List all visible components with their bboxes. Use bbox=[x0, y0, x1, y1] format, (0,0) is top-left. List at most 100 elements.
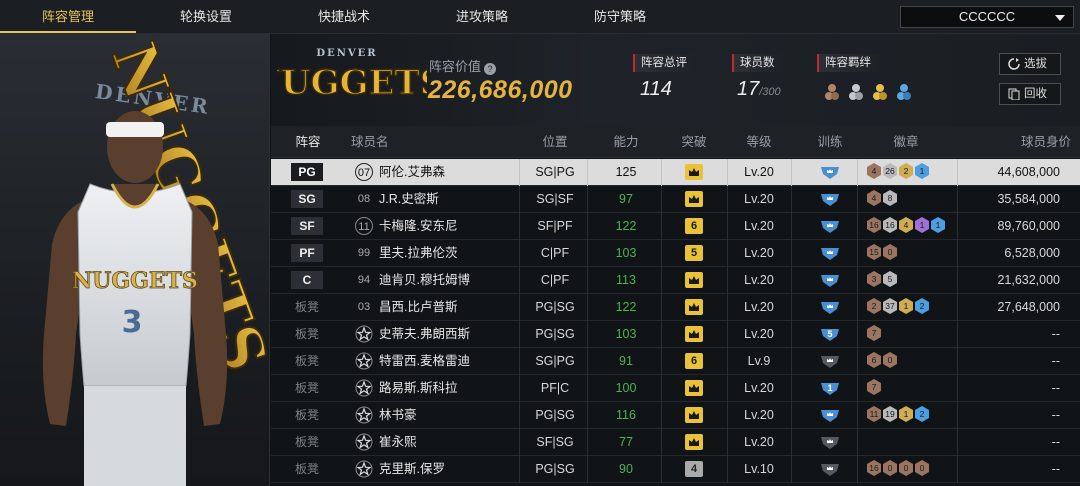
col-name[interactable]: 球员名 bbox=[351, 126, 411, 158]
training-icon[interactable] bbox=[819, 434, 841, 450]
badge-list[interactable]: 7 bbox=[867, 379, 883, 397]
col-breakthrough[interactable]: 突破 bbox=[669, 126, 719, 158]
col-badges[interactable]: 徽章 bbox=[861, 126, 951, 158]
player-name[interactable]: 迪肯贝.穆托姆博 bbox=[379, 267, 470, 293]
logo-text: NUGGETS bbox=[277, 63, 427, 103]
badge-list[interactable]: 2 37 1 2 bbox=[867, 298, 931, 316]
badge-list[interactable]: 16 16 4 1 1 bbox=[867, 217, 947, 235]
badge-list[interactable]: 16 0 0 0 bbox=[867, 460, 931, 478]
player-name[interactable]: 崔永熙 bbox=[379, 429, 417, 455]
badge-bronze-icon: 4 bbox=[867, 190, 881, 206]
table-row[interactable]: 板凳 路易斯.斯科拉 PF|C 100 Lv.20 1 7 -- bbox=[271, 375, 1080, 402]
player-ability: 113 bbox=[616, 273, 636, 287]
crown-icon[interactable] bbox=[685, 272, 703, 288]
tab-quick-tactics[interactable]: 快捷战术 bbox=[276, 0, 412, 33]
training-icon[interactable]: 1 bbox=[819, 380, 841, 396]
column-divider bbox=[519, 429, 520, 456]
training-icon[interactable] bbox=[819, 461, 841, 477]
tab-defense[interactable]: 防守策略 bbox=[552, 0, 688, 33]
player-salary: 35,584,000 bbox=[997, 192, 1060, 206]
table-row[interactable]: C 94 迪肯贝.穆托姆博 C|PF 113 Lv.20 3 5 21,632,000 bbox=[271, 267, 1080, 294]
crown-icon[interactable] bbox=[685, 191, 703, 207]
badge-purple-icon: 1 bbox=[915, 217, 929, 233]
table-row[interactable]: PF 99 里夫.拉弗伦茨 C|PF 103 5 Lv.20 15 0 6,528,000 bbox=[271, 240, 1080, 267]
badge-list[interactable]: 35 bbox=[867, 271, 899, 289]
player-salary: 21,632,000 bbox=[997, 273, 1060, 287]
tab-rotation[interactable]: 轮换设置 bbox=[136, 0, 276, 33]
training-icon[interactable] bbox=[819, 164, 841, 180]
col-slot[interactable]: 阵容 bbox=[287, 126, 329, 158]
badge-gold-icon: 1 bbox=[899, 406, 913, 422]
badge-silver-icon: 16 bbox=[883, 217, 897, 233]
player-name[interactable]: 卡梅隆.安东尼 bbox=[379, 213, 457, 239]
synergy-bronze-icon bbox=[825, 84, 839, 100]
badge-list[interactable]: 7 bbox=[867, 325, 883, 343]
training-icon[interactable] bbox=[819, 245, 841, 261]
player-name[interactable]: J.R.史密斯 bbox=[379, 186, 439, 212]
crown-icon[interactable] bbox=[685, 407, 703, 423]
crown-icon[interactable]: 4 bbox=[685, 461, 703, 477]
training-icon[interactable] bbox=[819, 299, 841, 315]
col-training[interactable]: 训练 bbox=[805, 126, 855, 158]
col-ability[interactable]: 能力 bbox=[601, 126, 651, 158]
crown-icon[interactable]: 6 bbox=[685, 218, 703, 234]
jersey-number: 07 bbox=[355, 163, 373, 181]
training-icon[interactable]: 5 bbox=[819, 326, 841, 342]
table-row[interactable]: 板凳 03 昌西.比卢普斯 PG|SG 122 Lv.20 2 37 1 2 27,648,000 bbox=[271, 294, 1080, 321]
training-icon[interactable] bbox=[819, 218, 841, 234]
column-divider bbox=[661, 429, 662, 456]
player-name[interactable]: 路易斯.斯科拉 bbox=[379, 375, 457, 401]
table-row[interactable]: SF 11 卡梅隆.安东尼 SF|PF 122 6 Lv.20 16 16 4 1 1 89,760,0… bbox=[271, 213, 1080, 240]
crown-icon[interactable]: 5 bbox=[685, 245, 703, 261]
table-row[interactable]: 板凳 林书豪 PG|SG 116 Lv.20 11 19 1 2 -- bbox=[271, 402, 1080, 429]
badge-list[interactable]: 15 0 bbox=[867, 244, 899, 262]
col-salary[interactable]: 球员身价 bbox=[991, 126, 1071, 158]
table-row[interactable]: 板凳 史蒂夫.弗朗西斯 PG|SG 103 Lv.20 5 7 -- bbox=[271, 321, 1080, 348]
team-select[interactable]: CCCCCC bbox=[900, 6, 1074, 28]
jersey-number: 94 bbox=[357, 274, 371, 286]
help-icon[interactable]: ? bbox=[484, 63, 497, 75]
table-row[interactable]: 板凳 特雷西.麦格雷迪 SG|PG 91 6 Lv.9 6 0 -- bbox=[271, 348, 1080, 375]
column-divider bbox=[957, 429, 958, 456]
player-name[interactable]: 阿伦.艾弗森 bbox=[379, 159, 445, 185]
column-divider bbox=[727, 240, 728, 267]
crown-icon[interactable]: 6 bbox=[685, 353, 703, 369]
crown-icon[interactable] bbox=[685, 164, 703, 180]
tab-lineup[interactable]: 阵容管理 bbox=[0, 0, 136, 33]
badge-silver-icon: 26 bbox=[883, 163, 897, 179]
badge-list[interactable]: 11 19 1 2 bbox=[867, 406, 931, 424]
table-row[interactable]: 板凳 克里斯.保罗 PG|SG 90 4 Lv.10 16 0 0 0 -- bbox=[271, 456, 1080, 483]
player-name[interactable]: 林书豪 bbox=[379, 402, 417, 428]
player-name[interactable]: 特雷西.麦格雷迪 bbox=[379, 348, 470, 374]
badge-bronze-icon: 4 bbox=[867, 163, 881, 179]
recycle-button[interactable]: 回收 bbox=[999, 83, 1061, 105]
crown-icon[interactable] bbox=[685, 326, 703, 342]
col-level[interactable]: 等级 bbox=[729, 126, 789, 158]
tab-offense[interactable]: 进攻策略 bbox=[412, 0, 552, 33]
select-button[interactable]: 选拔 bbox=[999, 53, 1061, 75]
table-row[interactable]: PG 07 阿伦.艾弗森 SG|PG 125 Lv.20 4 26 2 1 44,608,000 bbox=[271, 159, 1080, 186]
training-icon[interactable] bbox=[819, 407, 841, 423]
training-icon[interactable] bbox=[819, 191, 841, 207]
crown-icon[interactable] bbox=[685, 434, 703, 450]
badge-list[interactable]: 4 26 2 1 bbox=[867, 163, 931, 181]
training-icon[interactable] bbox=[819, 272, 841, 288]
col-position[interactable]: 位置 bbox=[525, 126, 585, 158]
column-divider bbox=[661, 159, 662, 186]
training-icon[interactable] bbox=[819, 353, 841, 369]
column-divider bbox=[661, 375, 662, 402]
crown-icon[interactable] bbox=[685, 380, 703, 396]
training-level: 5 bbox=[827, 329, 832, 339]
player-name[interactable]: 克里斯.保罗 bbox=[379, 456, 445, 482]
player-name[interactable]: 里夫.拉弗伦茨 bbox=[379, 240, 457, 266]
jersey-number: 99 bbox=[357, 247, 371, 259]
badge-list[interactable]: 60 bbox=[867, 352, 899, 370]
synergy-icons[interactable] bbox=[823, 81, 923, 103]
table-row[interactable]: SG 08 J.R.史密斯 SG|SF 97 Lv.20 4 8 35,584,000 bbox=[271, 186, 1080, 213]
table-row[interactable]: 板凳 崔永熙 SF|SG 77 Lv.20 -- bbox=[271, 429, 1080, 456]
column-divider bbox=[791, 240, 792, 267]
player-name[interactable]: 昌西.比卢普斯 bbox=[379, 294, 457, 320]
player-name[interactable]: 史蒂夫.弗朗西斯 bbox=[379, 321, 470, 347]
badge-list[interactable]: 48 bbox=[867, 190, 899, 208]
crown-icon[interactable] bbox=[685, 299, 703, 315]
